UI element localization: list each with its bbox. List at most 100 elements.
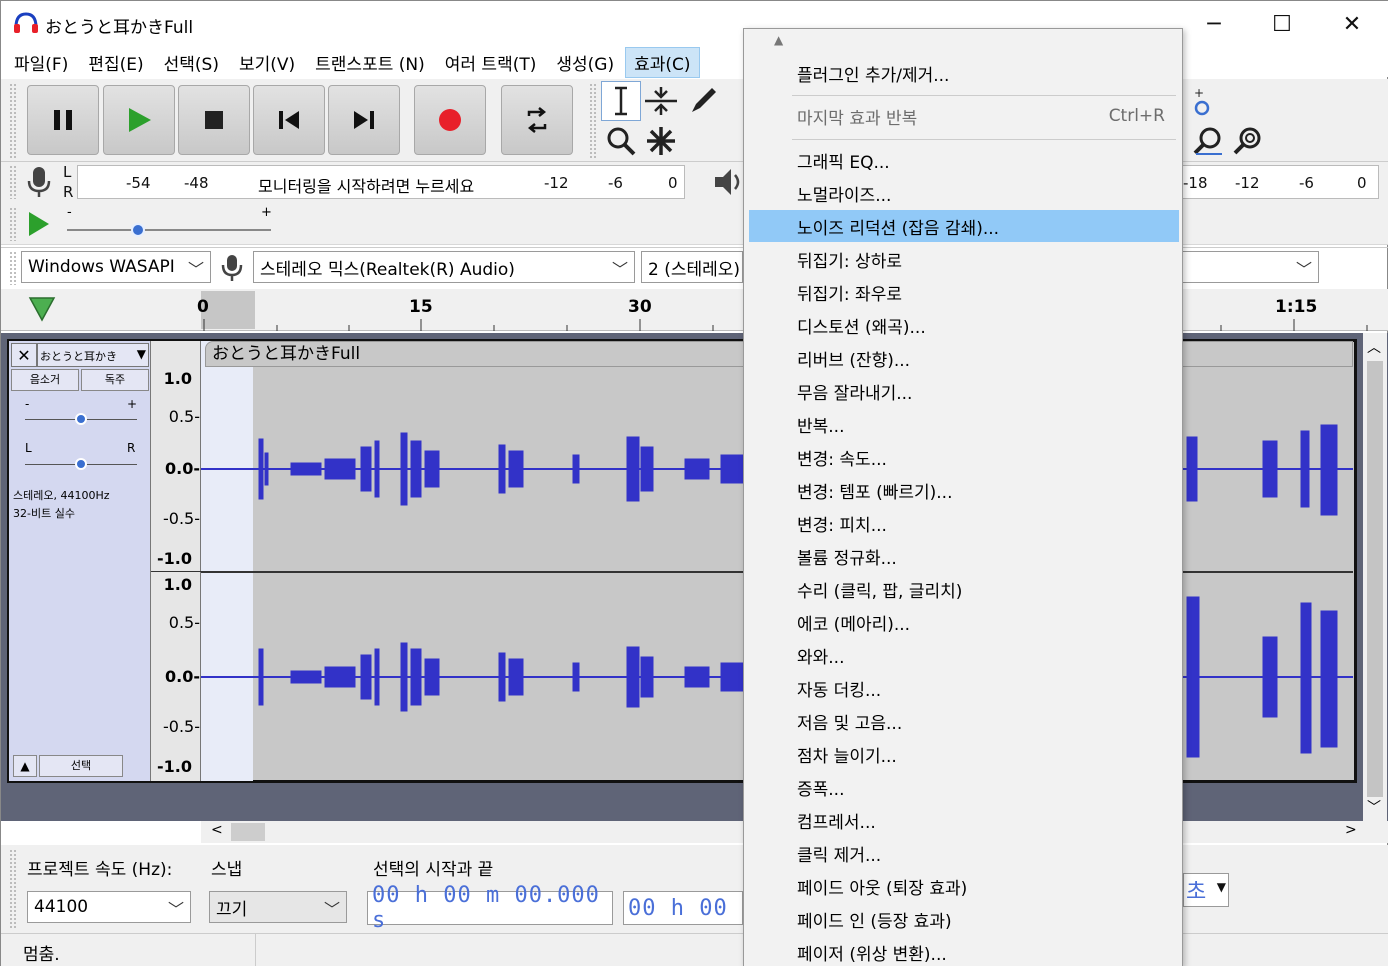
menu-effect[interactable]: 효과(C) (625, 46, 700, 78)
playback-speed-slider[interactable]: - + (61, 205, 283, 243)
pause-button[interactable] (27, 85, 99, 155)
scroll-up-icon[interactable]: ︿ (1367, 337, 1381, 357)
scroll-right-icon[interactable]: > (1345, 822, 1357, 838)
menu-item-change-pitch[interactable]: 변경: 피치... (749, 507, 1179, 539)
menu-item-change-speed[interactable]: 변경: 속도... (749, 441, 1179, 473)
playback-meter[interactable]: -18 -12 -6 0 (1183, 165, 1379, 199)
close-button[interactable]: ✕ (1317, 1, 1387, 47)
menu-item-graphic-eq[interactable]: 그래픽 EQ... (749, 144, 1179, 176)
menu-scroll-up-icon[interactable]: ▲ (774, 33, 783, 47)
selection-start-time[interactable]: 00 h 00 m 00.000 s (367, 883, 613, 933)
menu-item-bass-treble[interactable]: 저음 및 고음... (749, 705, 1179, 737)
minimize-button[interactable]: ─ (1179, 1, 1249, 47)
menu-item-invert[interactable]: 뒤집기: 상하로 (749, 243, 1179, 275)
zoom-toggle-icon[interactable] (1229, 121, 1269, 161)
menu-item-wahwah[interactable]: 와와... (749, 639, 1179, 671)
chevron-down-icon: ﹀ (323, 900, 340, 919)
menu-item-click-removal[interactable]: 클릭 제거... (749, 837, 1179, 869)
menu-item-distortion[interactable]: 디스토션 (왜곡)... (749, 309, 1179, 341)
fit-zoom-icon[interactable]: + (1187, 83, 1217, 123)
selection-tool-icon[interactable] (601, 81, 641, 121)
timeline-options-button[interactable] (27, 293, 57, 327)
scroll-down-icon[interactable]: ﹀ (1367, 797, 1381, 817)
stop-button[interactable] (178, 85, 250, 155)
selection-end-time[interactable]: 00 h 00 m (623, 891, 743, 925)
envelope-tool-icon[interactable] (641, 81, 681, 121)
snap-select[interactable]: 끄기 ﹀ (209, 891, 347, 923)
collapse-track-icon[interactable]: ▲ (13, 755, 37, 777)
menu-item-label: 디스토션 (왜곡)... (797, 317, 926, 338)
solo-button[interactable]: 독주 (81, 369, 149, 391)
multi-tool-icon[interactable] (641, 121, 681, 161)
input-device-select[interactable]: 스테레오 믹스(Realtek(R) Audio) ﹀ (253, 251, 635, 283)
playspeed-grip[interactable] (9, 207, 17, 241)
host-select[interactable]: Windows WASAPI ﹀ (21, 251, 211, 283)
gain-slider-thumb[interactable] (75, 413, 87, 425)
menu-item-loudness-normalization[interactable]: 볼륨 정규화... (749, 540, 1179, 572)
channels-select[interactable]: 2 (스테레오) (641, 251, 743, 283)
menu-item-change-tempo[interactable]: 변경: 템포 (빠르기)... (749, 474, 1179, 506)
select-track-button[interactable]: 선택 (39, 755, 123, 777)
menu-transport[interactable]: 트랜스포트 (N) (306, 47, 434, 78)
menu-item-reverb[interactable]: 리버브 (잔향)... (749, 342, 1179, 374)
menu-view[interactable]: 보기(V) (230, 47, 304, 78)
play-button[interactable] (103, 85, 175, 155)
speed-slider-thumb[interactable] (131, 223, 146, 237)
zoom-tool-icon[interactable] (601, 121, 641, 161)
vruler-label: 1.0 (163, 575, 192, 594)
loop-icon (527, 107, 547, 133)
loop-button[interactable] (501, 85, 573, 155)
toolbar-grip[interactable] (9, 83, 17, 159)
selection-mode-label: 선택의 시작과 끝 (373, 860, 494, 880)
record-button[interactable] (414, 85, 486, 155)
maximize-button[interactable]: ☐ (1247, 1, 1317, 47)
horizontal-scroll-thumb[interactable] (231, 823, 265, 841)
menu-item-fade-in[interactable]: 페이드 인 (등장 효과) (749, 903, 1179, 935)
menu-item-truncate-silence[interactable]: 무음 잘라내기... (749, 375, 1179, 407)
record-meter[interactable]: -54 -48 모니터링을 시작하려면 누르세요 -12 -6 0 (77, 165, 685, 199)
output-device-select[interactable]: ﹀ (1183, 251, 1319, 283)
skip-to-end-button[interactable] (328, 85, 400, 155)
speaker-icon[interactable] (713, 167, 743, 201)
close-track-icon[interactable]: ✕ (11, 343, 37, 367)
menu-item-compressor[interactable]: 컴프레서... (749, 804, 1179, 836)
menu-item-fade-out[interactable]: 페이드 아웃 (퇴장 효과) (749, 870, 1179, 902)
meter-grip[interactable] (9, 165, 17, 199)
scroll-left-icon[interactable]: < (211, 822, 223, 838)
rec-meter-right-label: R (63, 183, 74, 201)
vertical-scroll-thumb[interactable] (1367, 361, 1383, 797)
menu-item-echo[interactable]: 에코 (메아리)... (749, 606, 1179, 638)
menu-item-repeat[interactable]: 반복... (749, 408, 1179, 440)
menu-item-repeat-last-effect[interactable]: 마지막 효과 반복 Ctrl+R (749, 100, 1179, 132)
vertical-scrollbar[interactable]: ︿ ﹀ (1363, 333, 1387, 821)
menu-item-noise-reduction[interactable]: 노이즈 리덕션 (잡음 감쇄)... (749, 210, 1179, 242)
device-grip[interactable] (9, 251, 17, 285)
menu-item-phaser[interactable]: 페이저 (위상 변환)... (749, 936, 1179, 966)
pan-slider-thumb[interactable] (75, 458, 87, 470)
menu-edit[interactable]: 편집(E) (79, 47, 152, 78)
menu-item-repair[interactable]: 수리 (클릭, 팝, 글리치) (749, 573, 1179, 605)
selection-grip[interactable] (9, 849, 17, 929)
skip-to-start-button[interactable] (253, 85, 325, 155)
mute-button[interactable]: 음소거 (11, 369, 79, 391)
effect-menu: ▲ 플러그인 추가/제거... 마지막 효과 반복 Ctrl+R 그래픽 EQ.… (743, 28, 1183, 966)
menu-select[interactable]: 선택(S) (155, 47, 228, 78)
microphone-icon[interactable] (25, 165, 53, 203)
menu-item-amplify[interactable]: 증폭... (749, 771, 1179, 803)
play-at-speed-button[interactable] (25, 209, 53, 243)
track-menu-button[interactable]: おとうと耳かき ▼ (37, 343, 149, 367)
menu-item-auto-duck[interactable]: 자동 더킹... (749, 672, 1179, 704)
draw-tool-icon[interactable] (683, 81, 723, 121)
tools-grip[interactable] (589, 83, 597, 159)
menu-item-reverse[interactable]: 뒤집기: 좌우로 (749, 276, 1179, 308)
menu-item-sliding-stretch[interactable]: 점차 늘이기... (749, 738, 1179, 770)
project-rate-select[interactable]: 44100 ﹀ (27, 891, 191, 923)
menu-item-normalize[interactable]: 노멀라이즈... (749, 177, 1179, 209)
menu-item-plugin-manager[interactable]: 플러그인 추가/제거... (749, 57, 1179, 89)
audio-position-unit[interactable]: 초 ▼ (1183, 873, 1229, 907)
menu-file[interactable]: 파일(F) (5, 47, 77, 78)
zoom-selection-icon[interactable] (1189, 121, 1229, 161)
ruler-label: 0 (197, 297, 209, 317)
menu-tracks[interactable]: 여러 트랙(T) (436, 47, 546, 78)
menu-generate[interactable]: 생성(G) (547, 47, 623, 78)
